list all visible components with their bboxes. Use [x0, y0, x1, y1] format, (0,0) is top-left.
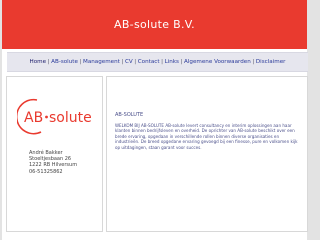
ab-solute-logo: AB solute — [17, 98, 92, 135]
nav-item-algemene-voorwaarden[interactable]: Algemene Voorwaarden — [184, 59, 251, 65]
page: AB-solute B.V. Home | AB-solute | Manage… — [2, 0, 308, 240]
site-header: AB-solute B.V. — [2, 0, 307, 49]
nav-separator: | — [47, 59, 50, 65]
logo-dot — [45, 115, 48, 119]
nav-item-ab-solute[interactable]: AB-solute — [51, 59, 78, 65]
nav-separator: | — [134, 59, 137, 65]
sidebar: AB solute André Bakker Stoeltjesbaan 26 … — [6, 76, 103, 232]
nav-separator: | — [180, 59, 183, 65]
nav-item-disclaimer[interactable]: Disclaimer — [256, 59, 286, 65]
content-body: WELKOM BIJ AB-SOLUTE AB-solute levert co… — [115, 123, 301, 150]
main-content: AB-SOLUTE WELKOM BIJ AB-SOLUTE AB-solute… — [106, 76, 308, 232]
nav-item-links[interactable]: Links — [165, 59, 179, 65]
site-title: AB-solute B.V. — [114, 18, 195, 31]
nav-item-home[interactable]: Home — [30, 59, 47, 65]
contact-address: André Bakker Stoeltjesbaan 26 1222 RB Hi… — [29, 150, 77, 175]
nav-item-contact[interactable]: Contact — [138, 59, 160, 65]
nav-separator: | — [252, 59, 255, 65]
logo-text-ab: AB — [24, 110, 43, 126]
nav-separator: | — [161, 59, 163, 65]
contact-phone: 06-51325862 — [29, 168, 63, 175]
content-title: AB-SOLUTE — [115, 112, 144, 118]
nav-item-cv[interactable]: CV — [125, 59, 133, 65]
nav-separator: | — [79, 59, 82, 65]
nav-separator: | — [121, 59, 124, 65]
main-navigation: Home | AB-solute | Management | CV | Con… — [7, 52, 308, 72]
contact-city: 1222 RB Hilversum — [29, 162, 78, 169]
logo-text-solute: solute — [49, 110, 92, 126]
intro-paragraph: WELKOM BIJ AB-SOLUTE AB-solute levert co… — [115, 123, 298, 150]
nav-item-management[interactable]: Management — [83, 59, 120, 65]
